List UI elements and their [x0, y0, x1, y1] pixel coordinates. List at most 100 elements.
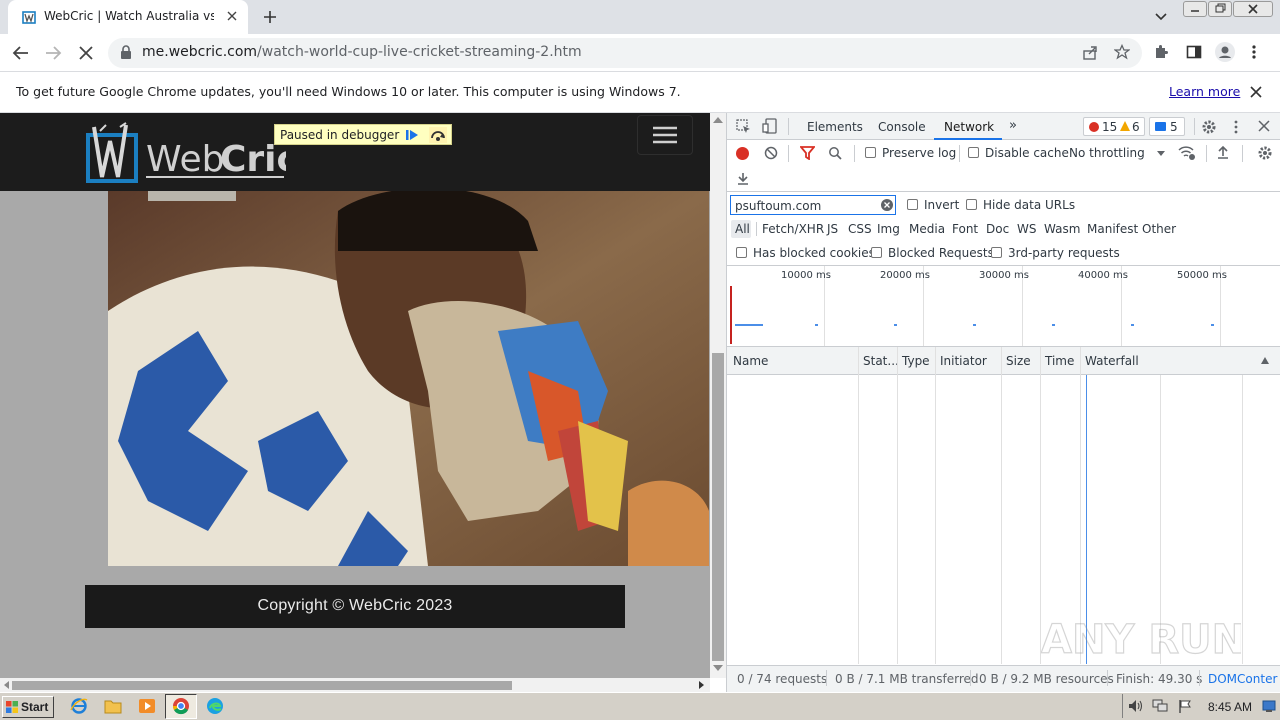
issues-counter[interactable]: 15 6: [1083, 117, 1145, 136]
action-center-flag-icon[interactable]: [1178, 699, 1192, 713]
learn-more-link[interactable]: Learn more: [1169, 84, 1240, 99]
inspect-element-icon[interactable]: [736, 119, 751, 134]
error-icon: [1089, 122, 1099, 132]
window-restore-button[interactable]: [1208, 1, 1232, 17]
profile-avatar-icon[interactable]: [1215, 42, 1235, 62]
throttling-select[interactable]: No throttling: [1069, 146, 1145, 160]
taskbar-chrome-active[interactable]: [165, 694, 197, 719]
column-initiator[interactable]: Initiator: [940, 354, 987, 368]
clear-filter-icon[interactable]: [881, 199, 893, 211]
bookmark-star-icon[interactable]: [1114, 44, 1130, 60]
infobar-message: To get future Google Chrome updates, you…: [16, 84, 681, 99]
filter-type-media[interactable]: Media: [909, 222, 945, 236]
scroll-left-arrow-icon[interactable]: [4, 681, 9, 689]
scroll-up-arrow-icon[interactable]: [713, 117, 723, 123]
infobar-close-icon[interactable]: [1249, 85, 1263, 99]
preserve-log-checkbox[interactable]: [865, 147, 876, 158]
blocked-requests-label: Blocked Requests: [888, 246, 994, 260]
filter-input-value: psuftoum.com: [735, 199, 822, 213]
extensions-puzzle-icon[interactable]: [1153, 44, 1169, 60]
sort-ascending-icon[interactable]: [1261, 357, 1269, 364]
lock-icon[interactable]: [120, 45, 132, 60]
import-har-icon[interactable]: [1217, 145, 1229, 159]
more-tabs-chevron-icon[interactable]: »: [1009, 118, 1017, 133]
filter-funnel-icon[interactable]: [800, 146, 815, 160]
step-over-icon[interactable]: [429, 127, 447, 143]
column-status[interactable]: Stat...: [863, 354, 899, 368]
side-panel-icon[interactable]: [1186, 44, 1202, 60]
column-waterfall[interactable]: Waterfall: [1085, 354, 1139, 368]
third-party-checkbox[interactable]: [991, 247, 1002, 258]
network-settings-gear-icon[interactable]: [1257, 145, 1273, 161]
search-icon[interactable]: [828, 146, 842, 160]
column-type[interactable]: Type: [902, 354, 930, 368]
horizontal-scroll-thumb[interactable]: [12, 681, 512, 690]
scroll-down-arrow-icon[interactable]: [713, 665, 723, 671]
vertical-scroll-thumb[interactable]: [712, 353, 724, 661]
throttling-dropdown-icon[interactable]: [1157, 151, 1165, 156]
has-blocked-cookies-checkbox[interactable]: [736, 247, 747, 258]
volume-icon[interactable]: [1128, 699, 1144, 713]
start-button[interactable]: Start: [2, 696, 54, 718]
filter-type-other[interactable]: Other: [1142, 222, 1176, 236]
messages-counter[interactable]: 5: [1149, 117, 1185, 136]
column-time[interactable]: Time: [1045, 354, 1074, 368]
internet-explorer-icon[interactable]: [70, 697, 88, 715]
devtools-close-icon[interactable]: [1258, 120, 1270, 132]
clear-icon[interactable]: [764, 146, 778, 160]
tab-close-icon[interactable]: [226, 10, 238, 22]
video-player[interactable]: [108, 191, 709, 566]
network-overview-timeline[interactable]: 10000 ms 20000 ms 30000 ms 40000 ms 5000…: [727, 266, 1280, 346]
network-tray-icon[interactable]: [1152, 699, 1168, 713]
device-toolbar-icon[interactable]: [762, 118, 778, 134]
filter-type-js[interactable]: JS: [827, 222, 838, 236]
show-desktop-icon[interactable]: [1262, 699, 1276, 713]
media-player-icon[interactable]: [138, 697, 156, 715]
scroll-right-arrow-icon[interactable]: [699, 681, 704, 689]
filter-type-fetch-xhr[interactable]: Fetch/XHR: [762, 222, 824, 236]
page-horizontal-scrollbar[interactable]: [0, 678, 710, 692]
disable-cache-checkbox[interactable]: [968, 147, 979, 158]
window-minimize-button[interactable]: [1183, 1, 1207, 17]
webcric-logo[interactable]: Web Cric: [86, 121, 286, 185]
tab-elements[interactable]: Elements: [807, 120, 863, 134]
window-close-button[interactable]: [1233, 1, 1273, 17]
hamburger-menu-button[interactable]: [637, 115, 693, 155]
forward-arrow-icon[interactable]: [44, 44, 62, 62]
settings-gear-icon[interactable]: [1201, 119, 1217, 135]
tab-search-chevron-icon[interactable]: [1154, 11, 1168, 23]
page-vertical-scrollbar[interactable]: [710, 113, 726, 678]
filter-type-all[interactable]: All: [735, 222, 750, 236]
resume-icon[interactable]: [405, 128, 419, 142]
network-conditions-icon[interactable]: [1178, 145, 1196, 161]
hide-data-urls-label: Hide data URLs: [983, 198, 1076, 212]
tab-network[interactable]: Network: [944, 120, 994, 134]
devtools-menu-icon[interactable]: [1233, 119, 1239, 135]
warning-icon: [1120, 121, 1130, 131]
filter-type-wasm[interactable]: Wasm: [1044, 222, 1080, 236]
chrome-menu-icon[interactable]: [1250, 44, 1258, 60]
tab-console[interactable]: Console: [878, 120, 926, 134]
edge-icon[interactable]: [206, 697, 224, 715]
back-arrow-icon[interactable]: [12, 44, 30, 62]
chrome-icon: [172, 697, 190, 715]
column-name[interactable]: Name: [733, 354, 768, 368]
share-icon[interactable]: [1082, 45, 1098, 61]
filter-type-font[interactable]: Font: [952, 222, 978, 236]
hide-data-urls-checkbox[interactable]: [966, 199, 977, 210]
invert-checkbox[interactable]: [907, 199, 918, 210]
record-icon[interactable]: [736, 147, 749, 160]
filter-type-css[interactable]: CSS: [848, 222, 872, 236]
filter-input[interactable]: psuftoum.com: [730, 195, 896, 215]
stop-loading-icon[interactable]: [77, 44, 95, 62]
request-bar: [1131, 324, 1134, 326]
filter-type-manifest[interactable]: Manifest: [1087, 222, 1138, 236]
filter-type-img[interactable]: Img: [877, 222, 900, 236]
filter-type-ws[interactable]: WS: [1017, 222, 1036, 236]
export-har-icon[interactable]: [737, 171, 749, 185]
new-tab-icon[interactable]: [262, 9, 278, 25]
column-size[interactable]: Size: [1006, 354, 1031, 368]
blocked-requests-checkbox[interactable]: [871, 247, 882, 258]
file-explorer-icon[interactable]: [104, 698, 122, 714]
filter-type-doc[interactable]: Doc: [986, 222, 1009, 236]
